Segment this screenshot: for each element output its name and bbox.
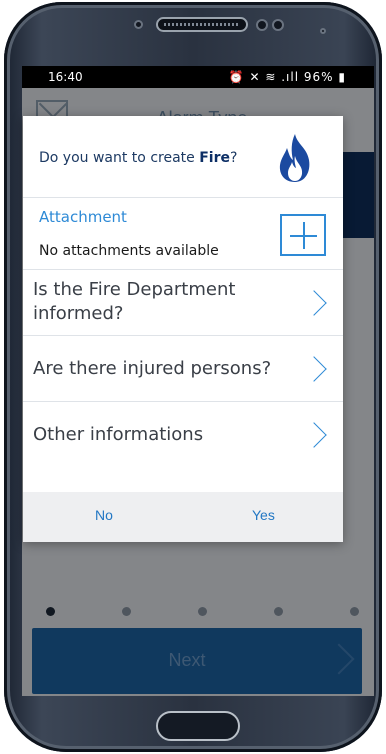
question-label: Is the Fire Department informed?: [33, 278, 235, 326]
status-indicator-icons: ⏰ ✕ ≋ .ıll: [228, 70, 300, 84]
battery-percent: 96%: [303, 70, 334, 84]
battery-icon: ▮: [338, 70, 346, 84]
question-row-injured-persons[interactable]: Are there injured persons?: [23, 336, 343, 402]
sensor-icon-2: [272, 19, 284, 31]
question-row-other-informations[interactable]: Other informations: [23, 402, 343, 468]
question-label: Other informations: [33, 424, 204, 445]
question-prefix: Do you want to create: [39, 150, 200, 166]
sensor-icon-3: [320, 28, 326, 34]
home-button[interactable]: [156, 711, 240, 741]
question-label: Are there injured persons?: [33, 358, 272, 379]
dialog-footer: No Yes: [23, 492, 343, 542]
dialog-question: Do you want to create Fire?: [39, 150, 237, 166]
dialog-header: Do you want to create Fire?: [23, 116, 343, 198]
no-button[interactable]: No: [95, 507, 113, 523]
attachment-title: Attachment: [39, 208, 127, 226]
question-label-line: informed?: [33, 303, 124, 324]
earpiece-speaker: [156, 17, 248, 32]
question-label-line: Is the Fire Department: [33, 279, 236, 300]
chevron-right-icon: [301, 290, 327, 316]
attachment-status: No attachments available: [39, 243, 219, 259]
create-alarm-dialog: Do you want to create Fire? Attachment N…: [23, 116, 343, 542]
yes-button[interactable]: Yes: [252, 507, 275, 523]
add-attachment-button[interactable]: [280, 214, 326, 256]
status-icons: ⏰ ✕ ≋ .ıll 96% ▮: [229, 70, 346, 84]
status-time: 16:40: [48, 70, 83, 84]
chevron-right-icon: [301, 356, 327, 382]
fire-icon: [279, 134, 310, 182]
chevron-right-icon: [301, 422, 327, 448]
question-row-fire-department[interactable]: Is the Fire Department informed?: [23, 270, 343, 336]
status-bar: 16:40 ⏰ ✕ ≋ .ıll 96% ▮: [22, 66, 374, 88]
question-suffix: ?: [229, 150, 238, 166]
sensor-icon: [256, 19, 268, 31]
attachment-section: Attachment No attachments available: [23, 198, 343, 270]
question-alarm-type: Fire: [199, 150, 230, 166]
front-camera-icon: [134, 20, 143, 29]
